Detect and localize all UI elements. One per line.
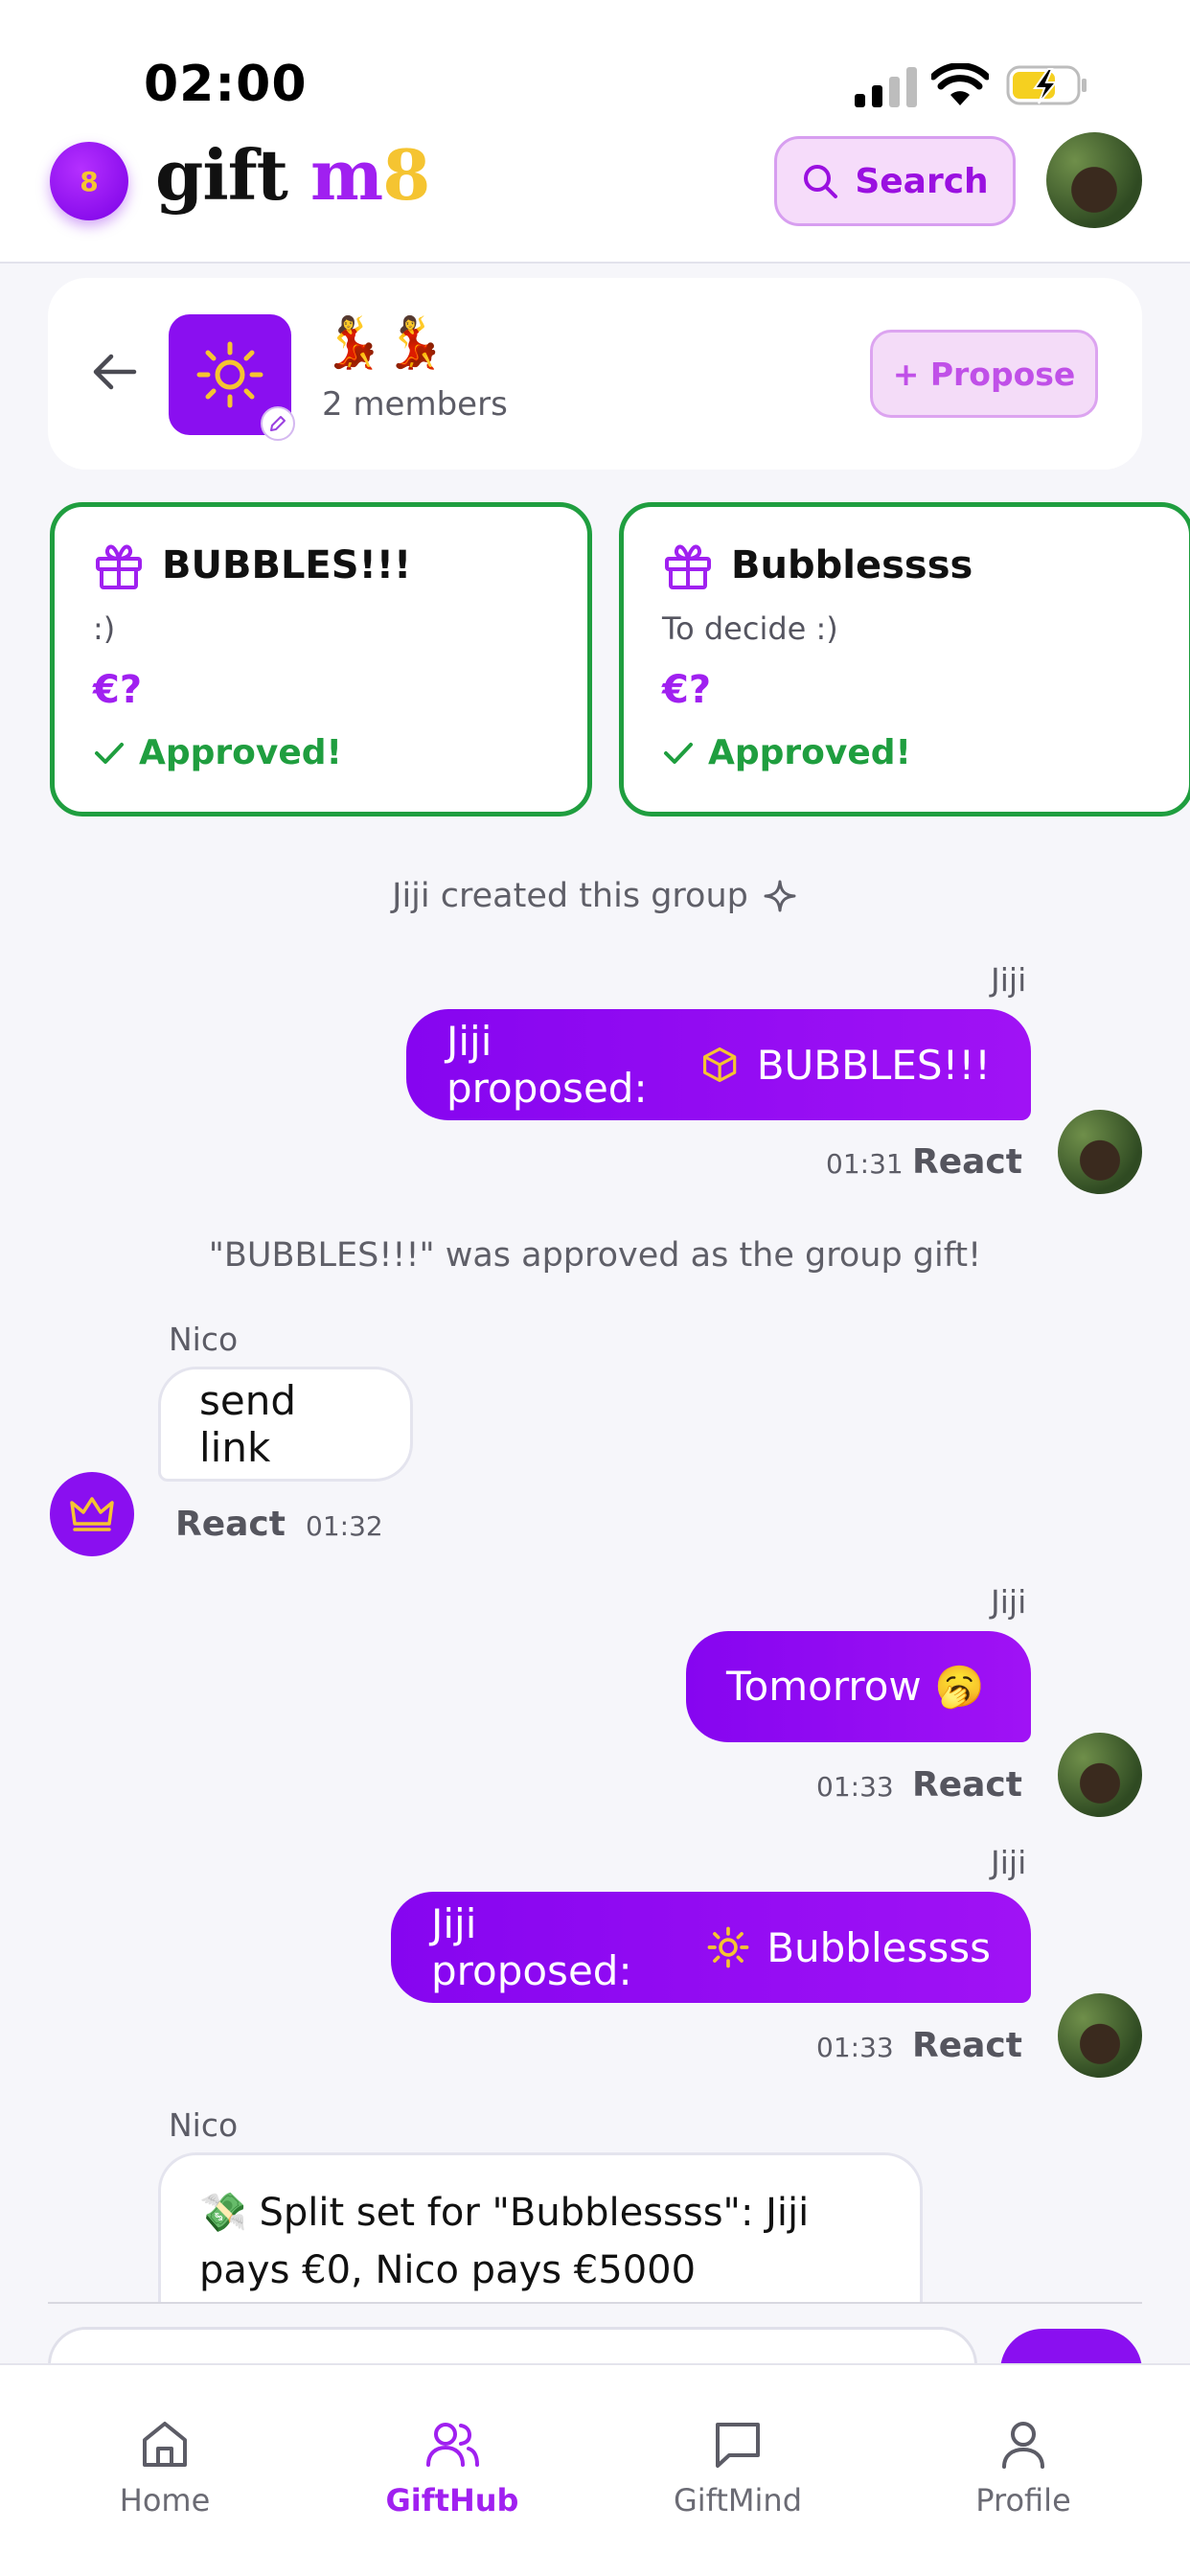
search-button[interactable]: Search	[774, 136, 1016, 226]
nav-profile[interactable]: Profile	[908, 2417, 1138, 2518]
message-line-2: pays €0, Nico pays €5000	[199, 2248, 697, 2292]
message-bubble-outgoing[interactable]: Tomorrow 🥱	[686, 1631, 1031, 1742]
message-sender: Jiji	[991, 1844, 1027, 1881]
message-sender: Jiji	[991, 961, 1027, 999]
nav-home[interactable]: Home	[50, 2417, 280, 2518]
message-bubble-incoming[interactable]: 💸 Split set for "Bubblessss": Jiji pays …	[158, 2152, 923, 2302]
pencil-icon	[270, 416, 286, 431]
message-bubble-incoming[interactable]: send link	[158, 1367, 413, 1482]
back-arrow-icon[interactable]	[90, 351, 138, 393]
approval-notice: "BUBBLES!!!" was approved as the group g…	[208, 1236, 982, 1275]
gift-icon	[665, 544, 711, 589]
message-text: Tomorrow 🥱	[726, 1663, 985, 1710]
sender-avatar[interactable]	[1058, 1110, 1142, 1194]
composer-divider	[48, 2302, 1142, 2304]
member-count: 2 members	[322, 385, 508, 424]
sender-avatar[interactable]	[1058, 1733, 1142, 1817]
message-time: 01:33	[816, 2032, 894, 2063]
status-time: 02:00	[144, 56, 308, 113]
react-button[interactable]: React	[175, 1505, 286, 1544]
message-prefix: Jiji proposed:	[446, 1018, 648, 1112]
message-prefix: Jiji proposed:	[431, 1900, 632, 1994]
nav-label: GiftMind	[673, 2482, 803, 2518]
gift-status: Approved!	[662, 733, 1151, 772]
sun-icon	[707, 1926, 749, 1968]
member-emojis: 💃💃	[322, 314, 446, 372]
gift-title: Bubblessss	[731, 543, 973, 587]
nav-label: GiftHub	[385, 2482, 519, 2518]
logo-badge: 8	[50, 142, 128, 220]
propose-button[interactable]: + Propose	[870, 330, 1098, 418]
gift-price: €?	[93, 668, 143, 712]
home-icon	[143, 2422, 187, 2467]
message-sender: Jiji	[991, 1583, 1027, 1621]
nav-label: Home	[119, 2482, 211, 2518]
gift-card[interactable]: Bubblessss To decide :) €? Approved!	[619, 502, 1190, 816]
nav-gifthub[interactable]: GiftHub	[337, 2417, 567, 2518]
brand-part-3: 8	[382, 134, 430, 216]
gift-icon	[96, 544, 142, 589]
gift-status: Approved!	[93, 733, 549, 772]
message-clip: 💸 Split set for "Bubblessss": Jiji pays …	[158, 2152, 923, 2302]
message-text: send link	[199, 1377, 297, 1471]
gift-status-label: Approved!	[708, 733, 911, 772]
nav-giftmind[interactable]: GiftMind	[623, 2417, 853, 2518]
search-icon	[804, 165, 838, 198]
sparkle-icon	[764, 880, 796, 912]
group-created-text: Jiji created this group	[392, 877, 748, 915]
profile-avatar[interactable]	[1046, 132, 1142, 228]
app-logo: gift m8	[155, 134, 430, 216]
checkmark-icon	[95, 742, 124, 764]
gift-price: €?	[662, 668, 712, 712]
sender-avatar[interactable]	[1058, 1993, 1142, 2078]
checkmark-icon	[664, 742, 693, 764]
crown-icon	[70, 1497, 114, 1531]
message-line-1: 💸 Split set for "Bubblessss": Jiji	[199, 2191, 810, 2235]
message-time: 01:32	[306, 1510, 383, 1542]
gift-description: :)	[93, 610, 116, 647]
brand-part-2: m	[310, 134, 383, 216]
search-label: Search	[855, 161, 989, 201]
sender-avatar[interactable]	[50, 1472, 134, 1556]
react-button[interactable]: React	[912, 1765, 1022, 1805]
battery-charging-icon	[1006, 65, 1087, 105]
group-created-notice: Jiji created this group	[0, 877, 1190, 915]
package-icon	[703, 1046, 737, 1083]
react-button[interactable]: React	[912, 1142, 1022, 1182]
gift-description: To decide :)	[662, 610, 838, 647]
wifi-icon	[931, 63, 989, 105]
message-item: BUBBLES!!!	[756, 1041, 991, 1089]
message-bubble-outgoing[interactable]: Jiji proposed: BUBBLES!!!	[406, 1009, 1031, 1120]
message-time: 01:33	[816, 1771, 894, 1803]
message-sender: Nico	[169, 1321, 239, 1358]
user-icon	[1002, 2422, 1044, 2469]
gift-status-label: Approved!	[139, 733, 342, 772]
cellular-signal-icon	[855, 67, 917, 107]
message-sender: Nico	[169, 2106, 239, 2144]
message-item: Bubblessss	[767, 1923, 991, 1971]
chat-icon	[716, 2423, 760, 2468]
message-time: 01:31	[826, 1148, 904, 1180]
gift-card[interactable]: BUBBLES!!! :) €? Approved!	[50, 502, 592, 816]
edit-group-badge[interactable]	[261, 406, 295, 441]
users-icon	[426, 2423, 479, 2467]
brand-part-1: gift	[155, 134, 310, 216]
nav-label: Profile	[975, 2482, 1071, 2518]
react-button[interactable]: React	[912, 2026, 1022, 2065]
sun-icon	[196, 341, 263, 408]
message-bubble-outgoing[interactable]: Jiji proposed: Bubblessss	[391, 1892, 1031, 2003]
app-header	[0, 0, 1190, 264]
gift-title: BUBBLES!!!	[162, 543, 412, 587]
